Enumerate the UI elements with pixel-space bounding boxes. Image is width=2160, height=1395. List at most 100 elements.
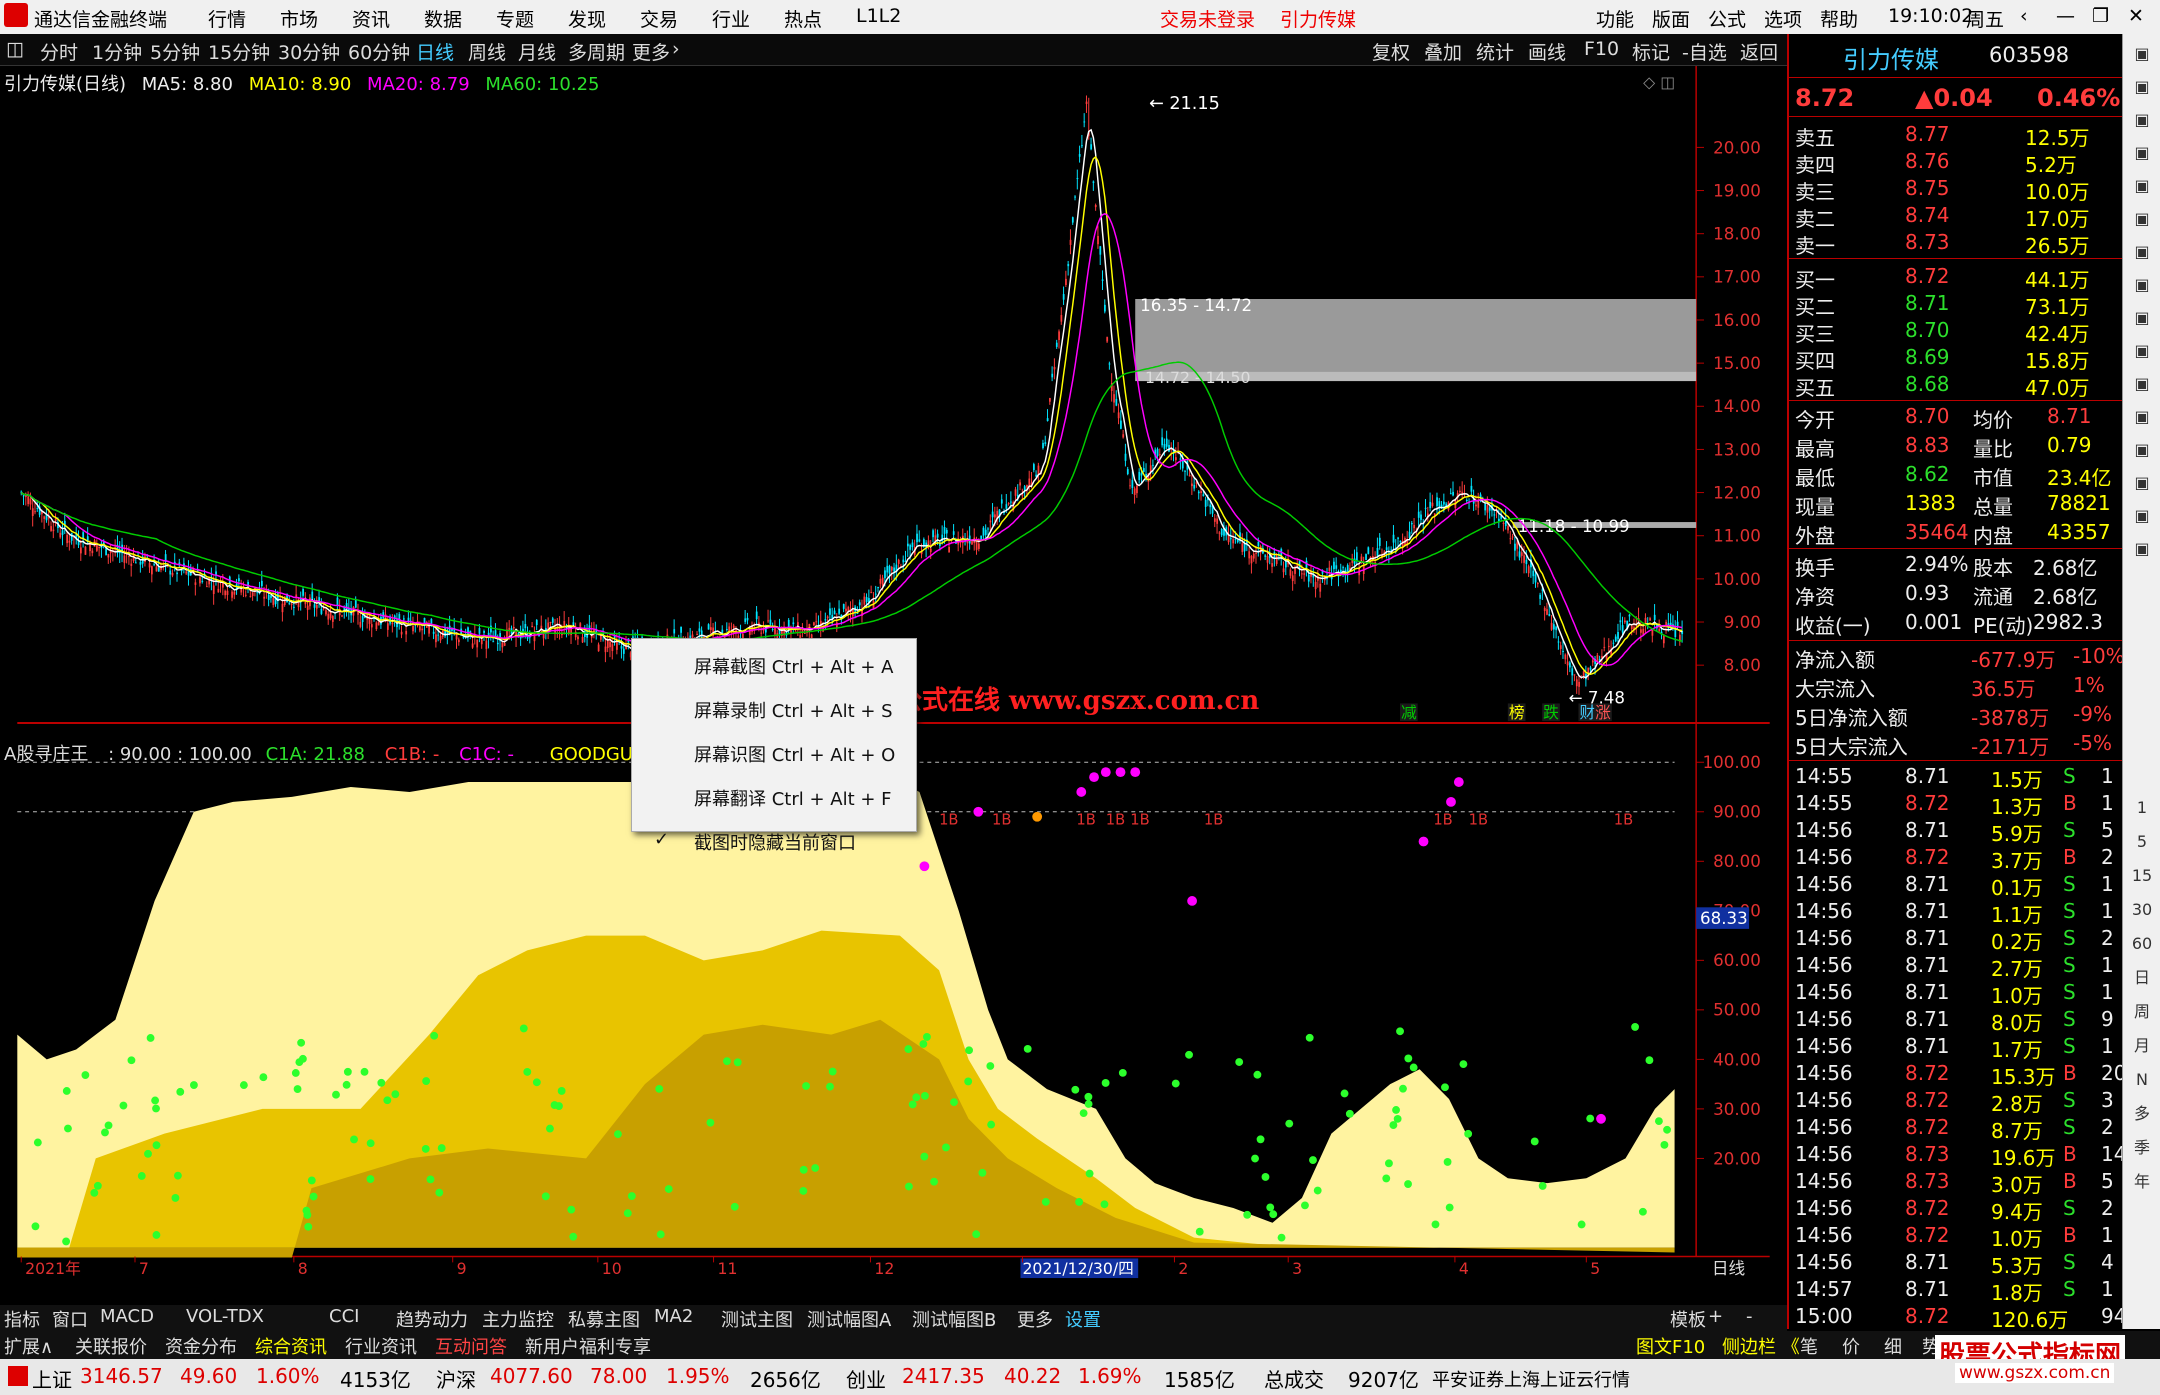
menu-hangye[interactable]: 行业: [712, 5, 750, 32]
indicator-tab[interactable]: 趋势动力: [396, 1306, 468, 1332]
minimize-icon[interactable]: —: [2056, 5, 2075, 27]
period-60min[interactable]: 60分钟: [348, 38, 410, 65]
tool-biaoji[interactable]: 标记: [1632, 38, 1670, 65]
indicator-tab[interactable]: 私募主图: [568, 1306, 640, 1332]
tool-icon[interactable]: ▣: [2128, 40, 2156, 68]
menu-hide-window[interactable]: 截图时隐藏当前窗口: [694, 829, 856, 855]
indicator-tab[interactable]: 测试幅图B: [912, 1306, 996, 1332]
tool-tongji[interactable]: 统计: [1476, 38, 1514, 65]
side-tab[interactable]: 图文F10: [1636, 1333, 1705, 1359]
event-tag[interactable]: 涨: [1595, 703, 1611, 722]
tool-icon[interactable]: ▣: [2128, 172, 2156, 200]
tool-icon[interactable]: ▣: [2128, 73, 2156, 101]
info-tab[interactable]: 扩展∧: [4, 1333, 53, 1359]
tool-icon[interactable]: ▣: [2128, 139, 2156, 167]
menu-ocr[interactable]: 屏幕识图 Ctrl + Alt + O: [694, 741, 895, 767]
menu-jiaoyi[interactable]: 交易: [640, 5, 678, 32]
period-30min[interactable]: 30分钟: [278, 38, 340, 65]
tool-icon[interactable]: ▣: [2128, 205, 2156, 233]
menu-record[interactable]: 屏幕录制 Ctrl + Alt + S: [694, 697, 893, 723]
period-shortcut[interactable]: 5: [2128, 828, 2156, 856]
period-shortcut[interactable]: 周: [2128, 998, 2156, 1026]
indicator-tab[interactable]: 测试主图: [721, 1306, 793, 1332]
sz-label[interactable]: 沪深: [436, 1364, 476, 1393]
side-tab[interactable]: 价: [1842, 1333, 1860, 1359]
menu-banmian[interactable]: 版面: [1652, 5, 1690, 32]
tool-icon[interactable]: ▣: [2128, 238, 2156, 266]
indicator-tab[interactable]: 主力监控: [482, 1306, 554, 1332]
indicator-tab[interactable]: VOL-TDX: [186, 1306, 264, 1327]
period-day[interactable]: 日线: [416, 38, 454, 65]
tool-icon[interactable]: ▣: [2128, 304, 2156, 332]
menu-zhuanti[interactable]: 专题: [496, 5, 534, 32]
info-tab[interactable]: 关联报价: [75, 1333, 147, 1359]
period-shortcut[interactable]: 多: [2128, 1100, 2156, 1128]
tool-icon[interactable]: ▣: [2128, 469, 2156, 497]
menu-zixun[interactable]: 资讯: [352, 5, 390, 32]
period-shortcut[interactable]: 日: [2128, 964, 2156, 992]
tool-huaxian[interactable]: 画线: [1528, 38, 1566, 65]
tool-f10[interactable]: F10: [1584, 38, 1619, 60]
period-shortcut[interactable]: 15: [2128, 862, 2156, 890]
menu-hangqing[interactable]: 行情: [208, 5, 246, 32]
tool-fanhui[interactable]: 返回: [1740, 38, 1778, 65]
event-tag[interactable]: 减: [1401, 703, 1417, 722]
chevron-right-icon[interactable]: ›: [672, 38, 680, 60]
template-control[interactable]: 模板: [1670, 1306, 1706, 1332]
info-tab[interactable]: 行业资讯: [345, 1333, 417, 1359]
menu-faxian[interactable]: 发现: [568, 5, 606, 32]
period-multi[interactable]: 多周期: [568, 38, 625, 65]
menu-gongneng[interactable]: 功能: [1596, 5, 1634, 32]
menu-shuju[interactable]: 数据: [424, 5, 462, 32]
chart-settings-icon[interactable]: ◇ ◫: [1643, 73, 1675, 92]
cy-label[interactable]: 创业: [846, 1364, 886, 1393]
menu-bangzhu[interactable]: 帮助: [1820, 5, 1858, 32]
indicator-tab[interactable]: 指标: [4, 1306, 40, 1332]
tool-icon[interactable]: ▣: [2128, 337, 2156, 365]
period-15min[interactable]: 15分钟: [208, 38, 270, 65]
event-tag[interactable]: 跌: [1543, 703, 1559, 722]
info-tab[interactable]: 互动问答: [435, 1333, 507, 1359]
period-shortcut[interactable]: 年: [2128, 1168, 2156, 1196]
tool-icon[interactable]: ▣: [2128, 502, 2156, 530]
info-tab[interactable]: 资金分布: [165, 1333, 237, 1359]
indicator-tab[interactable]: 窗口: [52, 1306, 88, 1332]
period-shortcut[interactable]: N: [2128, 1066, 2156, 1094]
period-week[interactable]: 周线: [468, 38, 506, 65]
indicator-tab[interactable]: 设置: [1065, 1306, 1101, 1332]
period-shortcut[interactable]: 季: [2128, 1134, 2156, 1162]
indicator-tab[interactable]: 更多: [1017, 1306, 1053, 1332]
side-tab[interactable]: 笔: [1800, 1333, 1818, 1359]
indicator-tab[interactable]: MA2: [654, 1306, 693, 1327]
event-tag[interactable]: 榜: [1509, 703, 1525, 722]
tool-icon[interactable]: ▣: [2128, 370, 2156, 398]
tool-diejia[interactable]: 叠加: [1424, 38, 1462, 65]
info-tab[interactable]: 新用户福利专享: [525, 1333, 651, 1359]
tool-icon[interactable]: ▣: [2128, 436, 2156, 464]
menu-shichang[interactable]: 市场: [280, 5, 318, 32]
period-1min[interactable]: 1分钟: [92, 38, 142, 65]
template-control[interactable]: -: [1746, 1306, 1753, 1327]
tool-zixuan[interactable]: -自选: [1682, 38, 1727, 65]
info-tab[interactable]: 综合资讯: [255, 1333, 327, 1359]
event-tag[interactable]: 财: [1579, 703, 1595, 722]
menu-redian[interactable]: 热点: [784, 5, 822, 32]
period-shortcut[interactable]: 月: [2128, 1032, 2156, 1060]
restore-icon[interactable]: ❐: [2092, 5, 2109, 27]
period-5min[interactable]: 5分钟: [150, 38, 200, 65]
menu-screenshot[interactable]: 屏幕截图 Ctrl + Alt + A: [694, 653, 894, 679]
broker-label[interactable]: 平安证券上海上证云行情: [1432, 1366, 1630, 1392]
login-status[interactable]: 交易未登录: [1160, 5, 1255, 32]
menu-l1l2[interactable]: L1L2: [856, 5, 901, 27]
period-shortcut[interactable]: 60: [2128, 930, 2156, 958]
toggle-icon[interactable]: ◫: [6, 38, 24, 60]
sh-label[interactable]: 上证: [32, 1364, 72, 1393]
tool-icon[interactable]: ▣: [2128, 106, 2156, 134]
period-shortcut[interactable]: 30: [2128, 896, 2156, 924]
menu-translate[interactable]: 屏幕翻译 Ctrl + Alt + F: [694, 785, 892, 811]
tool-icon[interactable]: ▣: [2128, 535, 2156, 563]
indicator-tab[interactable]: MACD: [100, 1306, 154, 1327]
template-control[interactable]: +: [1708, 1306, 1723, 1327]
side-tab[interactable]: 细: [1884, 1333, 1902, 1359]
menu-xuanxiang[interactable]: 选项: [1764, 5, 1802, 32]
